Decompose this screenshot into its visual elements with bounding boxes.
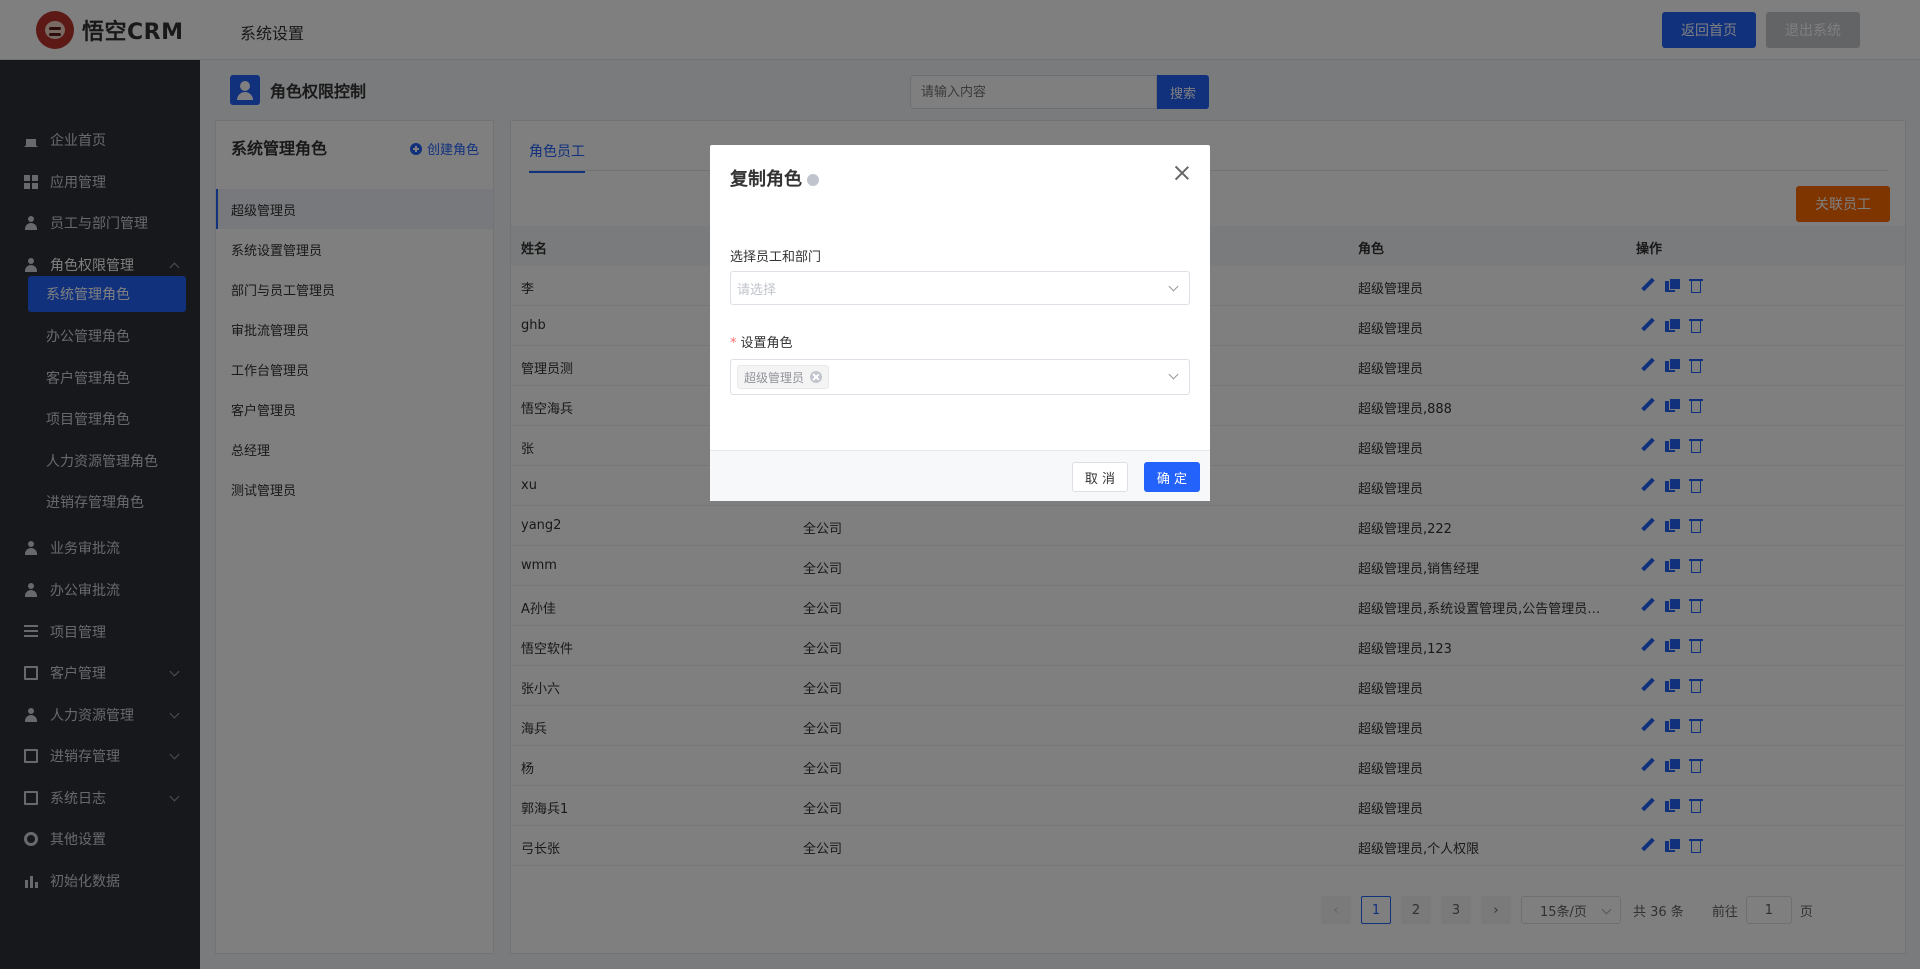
set-role-select[interactable]: 超级管理员 [730,359,1190,395]
close-icon[interactable] [1174,165,1190,181]
role-tag-label: 超级管理员 [744,370,805,385]
remove-tag-icon[interactable] [810,371,823,383]
staff-dept-select[interactable]: 请选择 [730,271,1190,305]
cancel-button[interactable]: 取 消 [1072,462,1128,492]
set-role-label-text: 设置角色 [740,336,793,351]
confirm-button[interactable]: 确 定 [1144,462,1200,492]
copy-role-dialog: 复制角色 选择员工和部门 请选择 * 设置角色 超级管理员 取 消 确 定 [710,145,1210,501]
staff-dept-placeholder: 请选择 [737,282,777,298]
help-icon[interactable] [807,173,819,186]
required-mark: * [730,336,737,351]
staff-dept-label: 选择员工和部门 [730,250,822,265]
role-tag: 超级管理员 [737,365,830,389]
chevron-down-icon [1168,369,1179,380]
set-role-label: * 设置角色 [730,332,793,351]
dialog-title: 复制角色 [730,165,819,191]
dialog-title-text: 复制角色 [730,169,802,190]
chevron-down-icon [1168,281,1179,292]
dialog-footer: 取 消 确 定 [710,450,1210,501]
